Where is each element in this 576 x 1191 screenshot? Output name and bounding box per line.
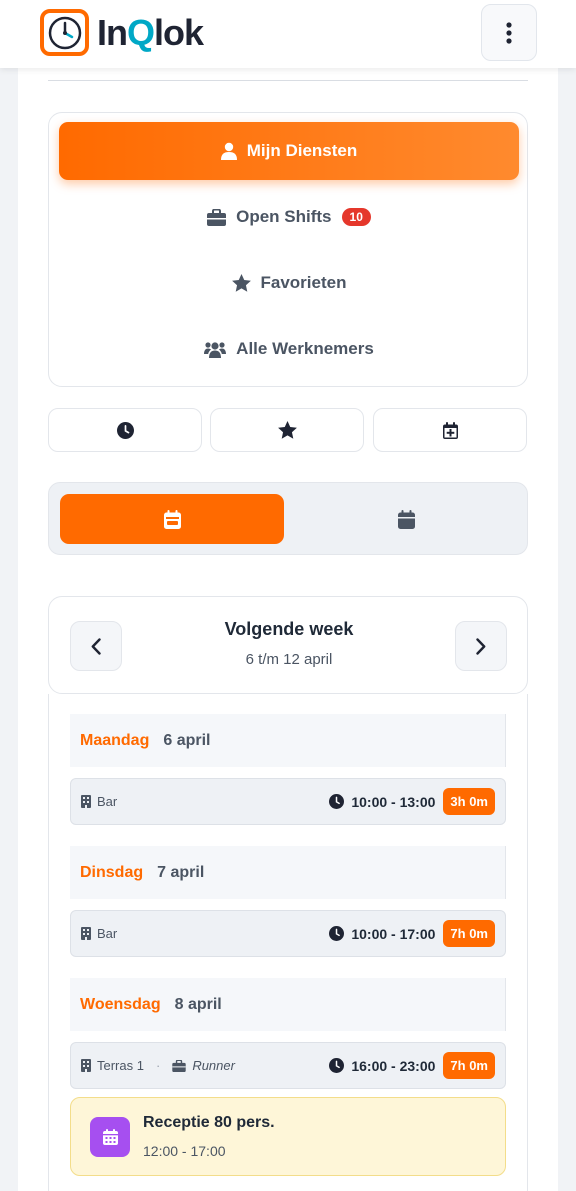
open-shifts-count-badge: 10 — [341, 208, 371, 226]
app-header: InQlok — [0, 0, 576, 68]
day-name: Dinsdag — [80, 863, 144, 881]
separator-dot: · — [155, 1058, 161, 1073]
calendar-event-icon — [90, 1117, 130, 1157]
week-navigator: Volgende week 6 t/m 12 april — [48, 596, 528, 694]
week-view-tab[interactable] — [60, 494, 284, 544]
nav-item-label: Mijn Diensten — [246, 141, 358, 160]
nav-item-label: Open Shifts — [236, 207, 332, 226]
app-logo[interactable]: InQlok — [40, 9, 204, 56]
briefcase-icon — [207, 208, 227, 226]
month-view-tab[interactable] — [294, 494, 518, 544]
more-menu-button[interactable] — [481, 4, 537, 61]
event-title: Receptie 80 pers. — [143, 1114, 275, 1131]
view-toggle — [48, 482, 528, 555]
nav-item-label: Favorieten — [260, 273, 347, 292]
day-date: 6 april — [163, 731, 211, 749]
shift-time: 10:00 - 17:00 — [351, 925, 436, 942]
nav-card: Mijn Diensten Open Shifts 10 Favorieten … — [48, 112, 528, 387]
nav-item-mijn-diensten[interactable]: Mijn Diensten — [59, 122, 519, 180]
nav-item-label: Alle Werknemers — [236, 339, 374, 358]
app-name: InQlok — [97, 11, 204, 53]
star-icon — [277, 421, 297, 439]
shift-duration-badge: 7h 0m — [443, 920, 495, 947]
shift-location: Bar — [81, 794, 117, 809]
day-header-dinsdag: Dinsdag 7 april — [70, 846, 506, 899]
calendar-week-icon — [163, 509, 181, 529]
building-icon — [81, 927, 91, 940]
more-vertical-icon — [506, 21, 512, 44]
quick-action-add-shift-button[interactable] — [373, 408, 527, 452]
clock-icon — [329, 794, 345, 809]
shift-location-label: Terras 1 — [97, 1058, 144, 1073]
day-header-woensdag: Woensdag 8 april — [70, 978, 506, 1031]
divider — [48, 80, 528, 81]
shift-card[interactable]: Bar 10:00 - 13:00 3h 0m — [70, 778, 506, 825]
building-icon — [81, 795, 91, 808]
shift-card[interactable]: Bar 10:00 - 17:00 7h 0m — [70, 910, 506, 957]
user-icon — [220, 142, 237, 160]
nav-item-favorieten[interactable]: Favorieten — [59, 254, 519, 312]
day-header-maandag: Maandag 6 april — [70, 714, 506, 767]
shift-time: 16:00 - 23:00 — [351, 1057, 436, 1074]
shift-location-label: Bar — [97, 794, 118, 809]
star-icon — [231, 274, 251, 292]
day-date: 8 april — [174, 995, 222, 1013]
shift-location-label: Bar — [97, 926, 118, 941]
clock-icon — [329, 1058, 345, 1073]
next-week-button[interactable] — [455, 621, 507, 671]
building-icon — [81, 1059, 91, 1072]
shift-duration-badge: 7h 0m — [443, 1052, 495, 1079]
quick-action-favorites-button[interactable] — [210, 408, 364, 452]
users-icon — [204, 341, 227, 358]
shift-location: Terras 1 — [81, 1058, 144, 1073]
clock-icon — [329, 926, 345, 941]
event-time: 12:00 - 17:00 — [143, 1143, 226, 1159]
shift-role-label: Runner — [192, 1058, 235, 1073]
chevron-right-icon — [476, 637, 486, 655]
clock-icon — [116, 421, 134, 439]
briefcase-icon — [172, 1059, 187, 1072]
nav-item-open-shifts[interactable]: Open Shifts 10 — [59, 188, 519, 246]
calendar-icon — [397, 509, 415, 529]
shift-time: 10:00 - 13:00 — [351, 793, 436, 810]
day-name: Maandag — [80, 731, 150, 749]
shift-role: Runner — [172, 1058, 235, 1073]
quick-action-clock-button[interactable] — [48, 408, 202, 452]
clock-logo-icon — [40, 9, 89, 56]
nav-item-alle-werknemers[interactable]: Alle Werknemers — [59, 320, 519, 378]
calendar-plus-icon — [442, 421, 458, 439]
shift-duration-badge: 3h 0m — [443, 788, 495, 815]
shift-location: Bar — [81, 926, 117, 941]
event-card[interactable]: Receptie 80 pers. 12:00 - 17:00 — [70, 1097, 506, 1176]
day-date: 7 april — [157, 863, 205, 881]
day-name: Woensdag — [80, 995, 161, 1013]
shift-card[interactable]: Terras 1 · Runner 16:00 - 23:00 7h 0m — [70, 1042, 506, 1089]
